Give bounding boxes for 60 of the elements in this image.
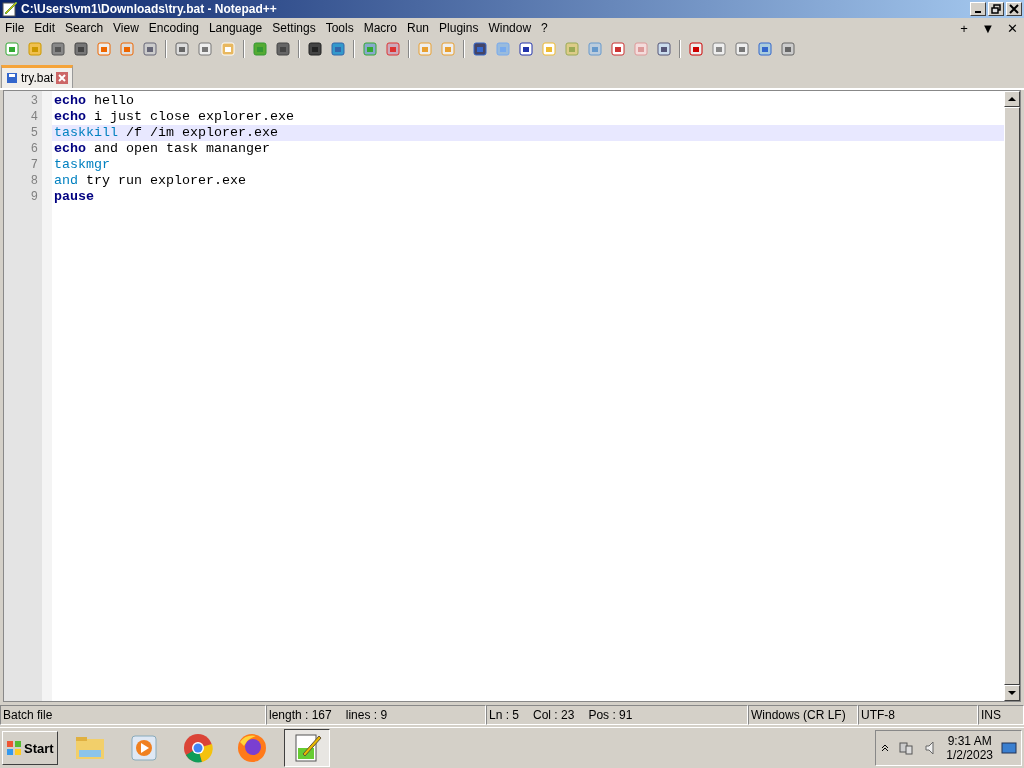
close-tab-icon[interactable]: [56, 72, 69, 84]
status-text: Windows (CR LF): [751, 708, 846, 722]
menu-item[interactable]: Tools: [325, 21, 354, 35]
line-number: 5: [29, 125, 39, 141]
minimize-icon: [975, 11, 981, 13]
status-text: Col : 23: [533, 708, 575, 722]
status-text: Batch file: [3, 708, 53, 722]
file-tab[interactable]: try.bat: [1, 65, 74, 88]
menu-item[interactable]: Macro: [363, 21, 397, 35]
menu-item[interactable]: Edit: [34, 21, 56, 35]
status-text: length : 167: [269, 708, 332, 722]
window-title: C:\Users\vm1\Downloads\try.bat - Notepad++: [21, 2, 277, 16]
minimize-button[interactable]: [970, 2, 986, 16]
menu-item[interactable]: Language: [208, 21, 263, 35]
menu-glyph[interactable]: +: [952, 20, 976, 36]
menu-item[interactable]: Plugins: [439, 21, 479, 35]
menu-item[interactable]: Run: [407, 21, 430, 35]
status-text: INS: [981, 708, 1001, 722]
vertical-scrollbar[interactable]: [1004, 91, 1020, 701]
close-icon: [1009, 4, 1019, 14]
four-square-logo-icon: [6, 740, 22, 756]
menu-item[interactable]: Encoding: [148, 21, 199, 35]
status-text: lines : 9: [345, 708, 388, 722]
network-icon[interactable]: [898, 740, 915, 756]
code-line: echo and open task mananger: [53, 141, 271, 157]
menu-glyph[interactable]: ▼: [976, 20, 1000, 36]
code-line: taskmgr: [53, 157, 111, 173]
restore-icon: [991, 4, 1001, 14]
chevron-icon[interactable]: [880, 743, 891, 753]
browser-icon[interactable]: [235, 732, 268, 764]
menu-item[interactable]: Window: [488, 21, 532, 35]
clock-date: 1/2/2023: [946, 748, 993, 762]
status-text: Pos : 91: [588, 708, 633, 722]
line-number: 6: [29, 141, 39, 157]
line-number: 4: [29, 109, 39, 125]
status-text: UTF-8: [861, 708, 895, 722]
start-button[interactable]: Start: [2, 731, 58, 765]
menu-glyph[interactable]: ✕: [1000, 20, 1024, 36]
code-line: echo hello: [53, 93, 135, 109]
code-line: and try run explorer.exe: [53, 173, 247, 189]
code-line: echo i just close explorer.exe: [53, 109, 295, 125]
code-line: pause: [53, 189, 95, 205]
up-arrow-icon: [1008, 95, 1016, 103]
line-number: 3: [29, 93, 39, 109]
status-text: Ln : 5: [489, 708, 520, 722]
menu-item[interactable]: ?: [541, 21, 548, 35]
menu-item[interactable]: View: [113, 21, 139, 35]
close-button[interactable]: [1006, 2, 1022, 16]
down-arrow-icon: [1008, 689, 1016, 697]
show-desktop-icon[interactable]: [1001, 740, 1017, 756]
notepad-icon: [2, 1, 18, 17]
menu-item[interactable]: Settings: [272, 21, 316, 35]
clock-time: 9:31 AM: [947, 734, 992, 748]
menu-item[interactable]: File: [5, 21, 25, 35]
browser-icon[interactable]: [181, 732, 214, 764]
menu-item[interactable]: Search: [65, 21, 104, 35]
line-number: 9: [29, 189, 39, 205]
line-number: 7: [29, 157, 39, 173]
restore-button[interactable]: [988, 2, 1004, 16]
line-number: 8: [29, 173, 39, 189]
